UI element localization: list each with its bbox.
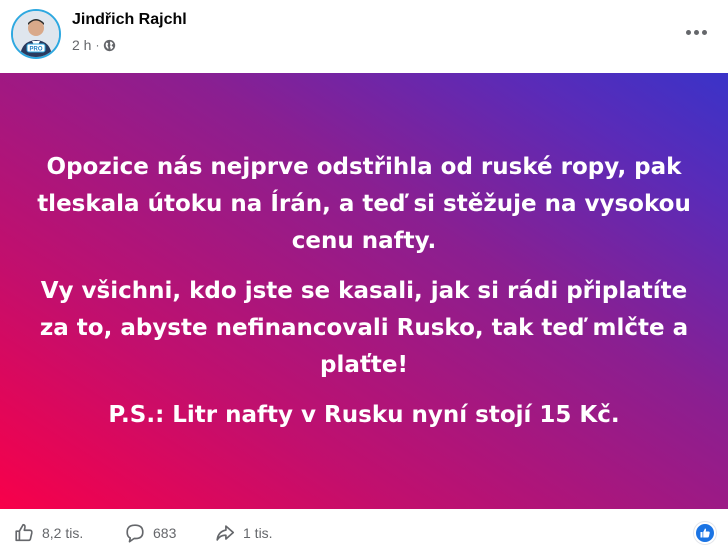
avatar-image: PRO [13,11,59,57]
like-reaction-icon[interactable] [694,522,716,544]
more-options-icon[interactable] [680,20,712,44]
thumbs-up-icon [15,523,33,542]
globe-icon[interactable] [103,39,116,52]
more-dot [693,29,699,35]
like-count: 8,2 tis. [42,525,84,541]
comment-button[interactable]: 683 [124,522,176,544]
like-button[interactable]: 8,2 tis. [13,522,83,544]
post-footer: 8,2 tis. 683 1 tis. [0,509,728,556]
avatar-badge-text: PRO [29,47,42,53]
meta-separator: · [95,38,100,52]
post-header: PRO Jindřich Rajchl 2 h · [0,0,728,72]
post-paragraph-2: Vy všichni, kdo jste se kasali, jak si r… [39,277,689,378]
post-meta: 2 h · [72,37,116,53]
post-text-card[interactable]: Opozice nás nejprve odstřihla od ruské r… [0,73,728,509]
post-paragraph-1: Opozice nás nejprve odstřihla od ruské r… [37,153,691,254]
share-count: 1 tis. [243,525,273,541]
more-dot [685,29,691,35]
share-button[interactable]: 1 tis. [214,522,273,544]
comment-icon [126,524,144,543]
comment-count: 683 [153,525,177,541]
share-icon [216,525,235,541]
avatar[interactable]: PRO [11,9,61,59]
author-name[interactable]: Jindřich Rajchl [72,11,187,29]
more-dot [701,29,707,35]
post-paragraph-3: P.S.: Litr nafty v Rusku nyní stojí 15 K… [108,401,620,428]
like-reaction-thumb [700,528,710,538]
post-time[interactable]: 2 h [72,37,91,53]
